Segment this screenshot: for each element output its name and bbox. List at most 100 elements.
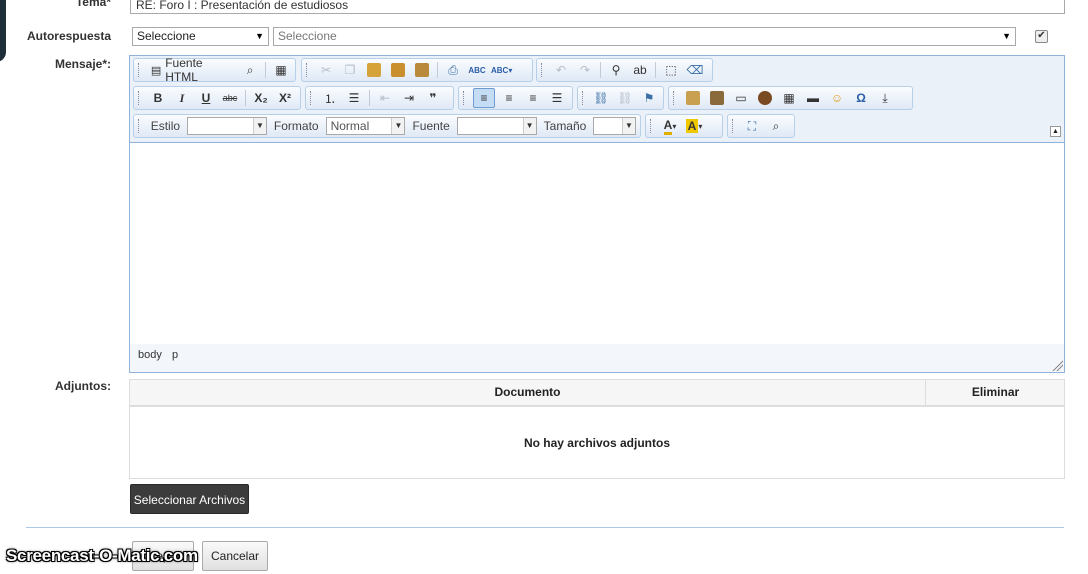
align-left-button[interactable]: ≡	[473, 88, 495, 108]
toolbar-group-document: ▤ Fuente HTML ⌕ ▦	[133, 56, 296, 84]
toolbar-group-colors: A ▾ A ▾	[645, 114, 723, 138]
table-button[interactable]: ▦	[779, 89, 799, 107]
replace-button[interactable]: ab	[630, 61, 650, 79]
flash-button[interactable]	[707, 89, 727, 107]
print-button[interactable]: ⎙	[443, 61, 463, 79]
subscript-button[interactable]: X₂	[251, 89, 271, 107]
image-button[interactable]	[683, 89, 703, 107]
strike-button[interactable]: abc	[220, 89, 240, 107]
maximize-button[interactable]: ⛶	[742, 117, 762, 135]
bullet-list-button[interactable]: ☰	[344, 89, 364, 107]
underline-button[interactable]: U	[196, 89, 216, 107]
format-label: Formato	[273, 119, 319, 133]
paste-text-button[interactable]	[388, 61, 408, 79]
maximize-icon: ⛶	[747, 118, 757, 133]
grip-icon	[310, 91, 314, 105]
chevron-down-icon: ▼	[255, 31, 264, 41]
ordered-list-button[interactable]: ⒈	[320, 89, 340, 107]
anchor-button[interactable]: ⚑	[639, 89, 659, 107]
ordered-list-icon: ⒈	[323, 91, 336, 106]
grip-icon	[732, 119, 736, 133]
grip-icon	[138, 119, 142, 133]
col-delete-header: Eliminar	[925, 380, 1065, 405]
presentation-icon: ▭	[735, 91, 747, 105]
copy-button[interactable]: ❐	[340, 61, 360, 79]
select-files-button[interactable]: Seleccionar Archivos	[130, 484, 249, 514]
select-all-icon: ⬚	[665, 63, 677, 77]
bold-button[interactable]: B	[148, 89, 168, 107]
spellcheck-as-you-type-button[interactable]: ABC▾	[491, 61, 512, 79]
resize-grip-icon[interactable]	[1051, 359, 1063, 371]
background-color-button[interactable]: A ▾	[684, 117, 704, 135]
size-label: Tamaño	[543, 119, 587, 133]
spellcheck-dropdown-icon: ABC▾	[491, 65, 513, 75]
path-item-body[interactable]: body	[138, 349, 162, 361]
format-combo[interactable]: Normal ▼	[325, 117, 406, 135]
replace-icon: ab	[633, 63, 647, 77]
autoreply-template-value: Seleccione	[278, 29, 337, 43]
rich-text-editor: ▤ Fuente HTML ⌕ ▦ ✂ ❐ ⎙ ABC ABC▾ ↶ ↷ ⚲ ab…	[129, 55, 1065, 373]
select-all-button[interactable]: ⬚	[661, 61, 681, 79]
size-combo[interactable]: ▼	[593, 117, 636, 135]
collapse-toolbar-button[interactable]: ▲	[1050, 126, 1061, 137]
printer-icon: ⎙	[448, 62, 458, 77]
grip-icon	[138, 63, 142, 77]
divider	[26, 527, 1064, 528]
toolbar-group-tools: ⛶ ⌕	[727, 114, 795, 138]
link-button[interactable]: ⛓	[591, 89, 611, 107]
chevron-down-icon: ▼	[391, 118, 405, 134]
indent-icon: ⇥	[403, 91, 415, 105]
align-right-button[interactable]: ≡	[523, 89, 543, 107]
find-button[interactable]: ⚲	[606, 61, 626, 79]
indent-button[interactable]: ⇥	[399, 89, 419, 107]
page-break-button[interactable]: ⤓	[875, 89, 895, 107]
iframe-button[interactable]: ▭	[731, 89, 751, 107]
outdent-button[interactable]: ⇤	[375, 89, 395, 107]
attachments-label: Adjuntos:	[55, 379, 111, 393]
undo-button[interactable]: ↶	[551, 61, 571, 79]
align-justify-button[interactable]: ☰	[547, 89, 567, 107]
smiley-button[interactable]: ☺	[827, 89, 847, 107]
text-color-button[interactable]: A ▾	[660, 117, 680, 135]
grip-icon	[463, 91, 467, 105]
superscript-icon: X²	[279, 91, 291, 105]
youtube-button[interactable]	[755, 89, 775, 107]
spellcheck-button[interactable]: ABC	[467, 61, 487, 79]
quote-icon: ❞	[429, 91, 437, 105]
unlink-button[interactable]: ⛓	[615, 89, 635, 107]
toolbar-group-align: ≡ ≡ ≡ ☰	[458, 86, 573, 110]
topic-input[interactable]: RE: Foro I : Presentación de estudiosos	[130, 0, 1065, 14]
horizontal-rule-button[interactable]: ▬	[803, 89, 823, 107]
preview-button[interactable]: ⌕	[240, 61, 260, 79]
font-combo[interactable]: ▼	[456, 117, 537, 135]
superscript-button[interactable]: X²	[275, 89, 295, 107]
align-center-button[interactable]: ≡	[499, 89, 519, 107]
show-blocks-button[interactable]: ⌕	[766, 117, 786, 135]
remove-format-button[interactable]: ⌫	[685, 61, 705, 79]
editor-content-area[interactable]	[130, 142, 1064, 345]
horizontal-rule-icon: ▬	[807, 91, 819, 105]
paste-button[interactable]	[364, 61, 384, 79]
cancel-button[interactable]: Cancelar	[202, 541, 268, 571]
autoreply-checkbox[interactable]: ✔	[1035, 30, 1048, 43]
autoreply-select[interactable]: Seleccione ▼	[132, 27, 269, 46]
path-item-p[interactable]: p	[172, 349, 178, 361]
align-right-icon: ≡	[529, 91, 537, 105]
special-char-button[interactable]: Ω	[851, 89, 871, 107]
style-combo[interactable]: ▼	[187, 117, 267, 135]
separator	[600, 62, 601, 78]
redo-button[interactable]: ↷	[575, 61, 595, 79]
autoreply-template-select[interactable]: Seleccione ▼	[273, 27, 1016, 46]
cut-button[interactable]: ✂	[316, 61, 336, 79]
sidebar-edge	[0, 0, 6, 62]
italic-button[interactable]: I	[172, 89, 192, 107]
paste-word-button[interactable]	[412, 61, 432, 79]
source-html-button[interactable]: ▤ Fuente HTML	[148, 56, 236, 84]
film-icon	[710, 91, 724, 105]
toolbar-group-basicstyles: B I U abc X₂ X²	[133, 86, 301, 110]
toolbar-group-styles: Estilo ▼ Formato Normal ▼ Fuente ▼ Tamaño…	[133, 114, 641, 138]
blockquote-button[interactable]: ❞	[423, 89, 443, 107]
align-center-icon: ≡	[505, 91, 513, 105]
element-path-bar: body p	[130, 344, 1064, 372]
templates-button[interactable]: ▦	[271, 61, 291, 79]
